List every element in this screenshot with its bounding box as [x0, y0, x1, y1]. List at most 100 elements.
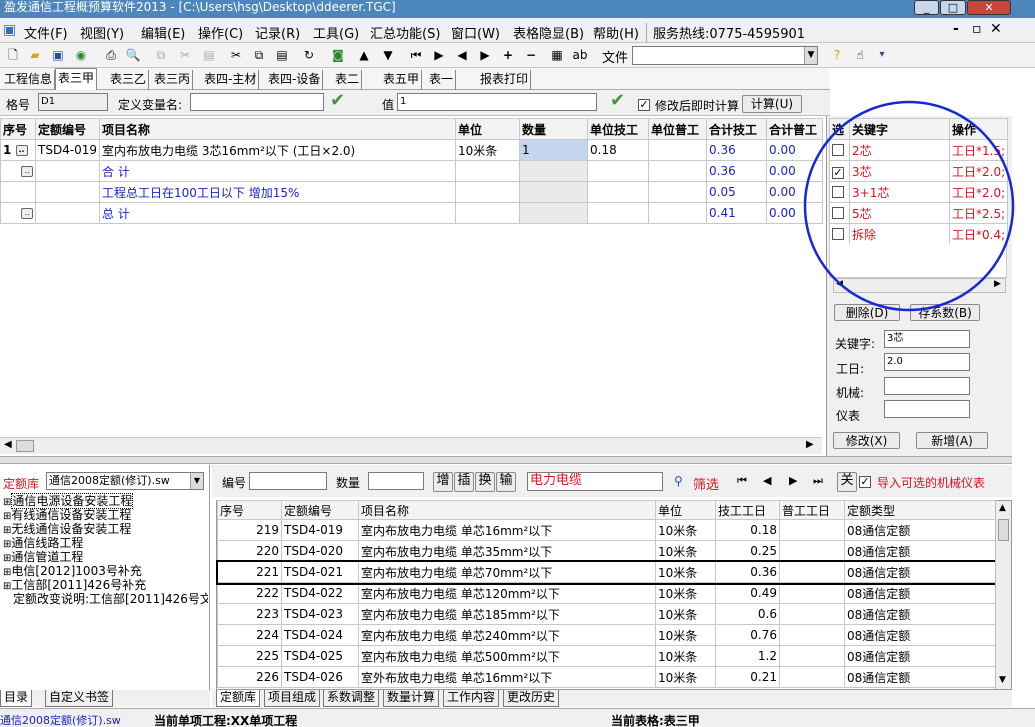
copy-icon[interactable]: ⧉: [251, 47, 267, 63]
cell-skill[interactable]: 0.21: [715, 666, 780, 688]
row-qty-cell[interactable]: 1: [519, 139, 588, 161]
tab-quota-lib[interactable]: 定额库: [216, 690, 261, 707]
keyword-row[interactable]: 3+1芯 工日*2.0;: [829, 181, 1008, 203]
keyword-checkbox[interactable]: [832, 185, 844, 198]
quota-vertical-scrollbar[interactable]: ▲ ▼: [995, 501, 1011, 689]
add-button[interactable]: 新增(A): [916, 432, 988, 449]
cell-unit[interactable]: 10米条: [655, 624, 716, 646]
save-coef-button[interactable]: 存系数(B): [910, 304, 980, 321]
row-name-cell[interactable]: 室内布放电力电缆 3芯16mm²以下 (工日×2.0): [99, 139, 456, 161]
menu-view[interactable]: 视图(Y): [80, 23, 124, 42]
row-expand-icon[interactable]: ..: [15, 145, 28, 156]
row-unit-cell[interactable]: 10米条: [455, 139, 520, 161]
import-checkbox[interactable]: ✓: [859, 476, 871, 488]
code-field[interactable]: [249, 472, 327, 490]
table-row[interactable]: 219 TSD4-019 室内布放电力电缆 单芯16mm²以下 10米条 0.1…: [217, 519, 996, 541]
row-code-cell[interactable]: TSD4-019: [35, 139, 100, 161]
cell-type[interactable]: 08通信定额: [844, 624, 996, 646]
file-dropdown[interactable]: ▼: [632, 46, 818, 65]
tree-item[interactable]: ⊞有线通信设备安装工程: [3, 508, 208, 522]
header-unit-skill[interactable]: 单位技工: [587, 118, 649, 140]
cell-general[interactable]: [779, 582, 845, 604]
cell-seq[interactable]: 223: [217, 603, 282, 625]
replace-quota-button[interactable]: 换: [475, 472, 495, 492]
tree-item[interactable]: ⊞通信线路工程: [3, 536, 208, 550]
cell-general[interactable]: [779, 603, 845, 625]
tab-coef-adjust[interactable]: 系数调整: [323, 690, 380, 707]
header-name[interactable]: 项目名称: [99, 118, 456, 140]
cell-type[interactable]: 08通信定额: [844, 666, 996, 688]
cell-code[interactable]: TSD4-020: [281, 540, 359, 562]
cell-type[interactable]: 08通信定额: [844, 519, 996, 541]
mdi-restore-button[interactable]: ▫: [972, 21, 982, 37]
cell-name[interactable]: 室内布放电力电缆 单芯16mm²以下: [358, 519, 656, 541]
cell-unit[interactable]: 10米条: [655, 603, 716, 625]
close-filter-button[interactable]: 关: [837, 472, 857, 492]
tab-catalog[interactable]: 目录: [0, 690, 33, 707]
operation-cell[interactable]: 工日*0.4;: [949, 223, 1008, 245]
calculator-icon[interactable]: ▦: [549, 47, 565, 63]
tab-report-print[interactable]: 报表打印: [478, 70, 532, 90]
cell-code[interactable]: TSD4-024: [281, 624, 359, 646]
move-up-icon[interactable]: ▲: [356, 47, 372, 63]
tab-change-history[interactable]: 更改历史: [503, 690, 560, 707]
table-row[interactable]: 223 TSD4-023 室内布放电力电缆 单芯185mm²以下 10米条 0.…: [217, 603, 996, 625]
cell-name[interactable]: 室内布放电力电缆 单芯500mm²以下: [358, 645, 656, 667]
operation-cell[interactable]: 工日*2.0;: [949, 160, 1008, 182]
header-total-skill[interactable]: 合计技工: [706, 118, 767, 140]
row-expand-icon[interactable]: ..: [21, 208, 33, 219]
cell-unit[interactable]: 10米条: [655, 582, 716, 604]
auto-calc-checkbox[interactable]: ✓: [638, 99, 650, 111]
main-horizontal-scrollbar[interactable]: ◀ ▶: [0, 437, 822, 454]
keyword-checkbox[interactable]: [832, 143, 844, 156]
cell-name[interactable]: 室内布放电力电缆 单芯35mm²以下: [358, 540, 656, 562]
header-type[interactable]: 定额类型: [844, 500, 996, 520]
cell-unit[interactable]: 10米条: [655, 519, 716, 541]
tab-table2[interactable]: 表二: [333, 70, 363, 90]
scroll-up-icon[interactable]: ▲: [999, 503, 1006, 513]
tab-table4-material[interactable]: 表四-主材: [202, 70, 260, 90]
prev-icon[interactable]: ◀: [454, 47, 470, 63]
cell-seq[interactable]: 225: [217, 645, 282, 667]
cell-unit[interactable]: 10米条: [655, 645, 716, 667]
prev-result-icon[interactable]: ◀: [763, 474, 771, 487]
menu-operate[interactable]: 操作(C): [198, 23, 243, 42]
cell-code[interactable]: TSD4-021: [281, 561, 359, 583]
print-preview-icon[interactable]: 🔍: [125, 47, 141, 63]
table-row-selected[interactable]: 221 TSD4-021 室内布放电力电缆 单芯70mm²以下 10米条 0.3…: [215, 559, 998, 585]
tree-item[interactable]: ⊞通信管道工程: [3, 550, 208, 564]
move-down-icon[interactable]: ▼: [380, 47, 396, 63]
filter-field[interactable]: 电力电缆: [527, 472, 663, 491]
cell-skill[interactable]: 0.36: [715, 561, 780, 583]
cell-skill[interactable]: 0.6: [715, 603, 780, 625]
header-qty[interactable]: 数量: [519, 118, 588, 140]
table-row[interactable]: .. 合 计 0.36 0.00: [0, 160, 823, 182]
tab-bookmarks[interactable]: 自定义书签: [45, 690, 114, 707]
tab-table5a[interactable]: 表五甲: [381, 70, 423, 90]
keyword-field[interactable]: 3芯: [884, 330, 970, 348]
spellcheck-icon[interactable]: ab: [572, 47, 588, 63]
tree-item[interactable]: ⊞无线通信设备安装工程: [3, 522, 208, 536]
workday-field[interactable]: 2.0: [884, 353, 970, 371]
table-row[interactable]: 224 TSD4-024 室内布放电力电缆 单芯240mm²以下 10米条 0.…: [217, 624, 996, 646]
close-button[interactable]: ✕: [967, 0, 1011, 15]
operation-cell[interactable]: 工日*1.5;: [949, 139, 1008, 161]
row-seq-cell[interactable]: ..: [0, 202, 36, 224]
cell-name[interactable]: 室内布放电力电缆 单芯70mm²以下: [358, 561, 656, 583]
keyword-row[interactable]: ✓ 3芯 工日*2.0;: [829, 160, 1008, 182]
tab-project-info[interactable]: 工程信息: [2, 70, 56, 90]
prev-record-icon[interactable]: ▶: [431, 47, 447, 63]
header-seq[interactable]: 序号: [217, 500, 282, 520]
scroll-right-icon[interactable]: ▶: [806, 439, 814, 450]
cell-seq[interactable]: 220: [217, 540, 282, 562]
table-row[interactable]: .. 总 计 0.41 0.00: [0, 202, 823, 224]
header-unit[interactable]: 单位: [455, 118, 520, 140]
cell-name[interactable]: 室内布放电力电缆 单芯240mm²以下: [358, 624, 656, 646]
keyword-checkbox[interactable]: [832, 206, 844, 219]
save-icon[interactable]: ▣: [50, 47, 66, 63]
header-unit[interactable]: 单位: [655, 500, 716, 520]
table-row[interactable]: 222 TSD4-022 室内布放电力电缆 单芯120mm²以下 10米条 0.…: [217, 582, 996, 604]
keyword-cell[interactable]: 3+1芯: [849, 181, 950, 203]
tab-table3b[interactable]: 表三乙: [108, 70, 150, 90]
machine-field[interactable]: [884, 377, 970, 395]
